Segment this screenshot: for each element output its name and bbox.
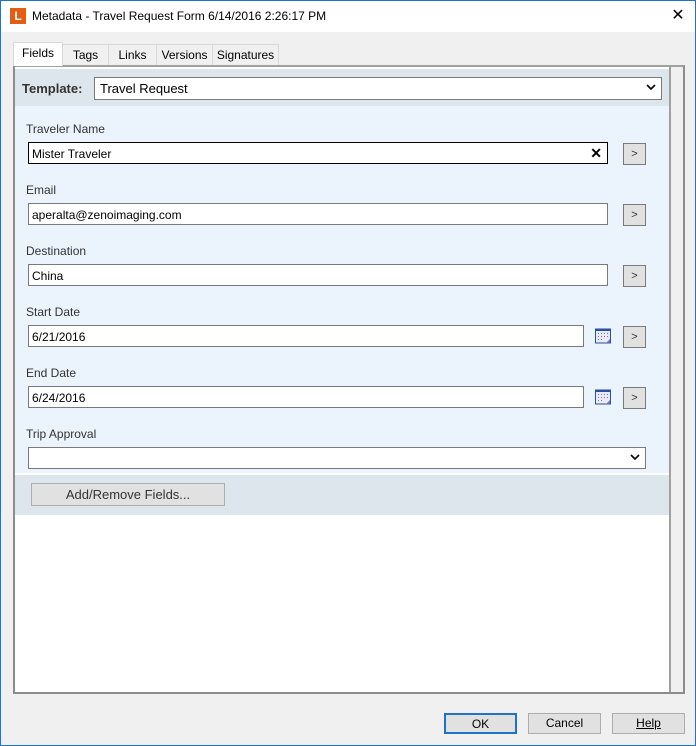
trip-approval-select[interactable] <box>28 447 646 469</box>
add-remove-fields-button[interactable]: Add/Remove Fields... <box>31 483 225 506</box>
template-label: Template: <box>22 81 83 96</box>
end-date-label: End Date <box>26 366 77 380</box>
tab-versions[interactable]: Versions <box>156 44 213 65</box>
destination-go-button[interactable]: > <box>623 265 646 287</box>
chevron-down-icon <box>646 84 656 91</box>
end-date-input[interactable]: 6/24/2016 <box>28 386 584 408</box>
template-value: Travel Request <box>100 81 188 96</box>
email-label: Email <box>26 183 57 197</box>
traveler-name-go-button[interactable]: > <box>623 143 646 165</box>
scrollbar-gutter[interactable] <box>669 67 683 692</box>
title-bar: L Metadata - Travel Request Form 6/14/20… <box>1 1 695 32</box>
start-date-go-button[interactable]: > <box>623 326 646 348</box>
window-title: Metadata - Travel Request Form 6/14/2016… <box>32 9 327 23</box>
email-input[interactable]: aperalta@zenoimaging.com <box>28 203 608 225</box>
traveler-name-input[interactable]: Mister Traveler ✕ <box>28 142 608 164</box>
app-logo-icon: L <box>10 8 26 24</box>
add-remove-band: Add/Remove Fields... <box>15 475 669 515</box>
ok-button[interactable]: OK <box>444 713 517 734</box>
start-date-input[interactable]: 6/21/2016 <box>28 325 584 347</box>
cancel-button[interactable]: Cancel <box>528 713 601 734</box>
tab-tags[interactable]: Tags <box>62 44 109 65</box>
close-button[interactable]: ✕ <box>665 4 691 28</box>
start-date-label: Start Date <box>26 305 81 319</box>
fields-area: Traveler Name Mister Traveler ✕ > Email … <box>15 106 669 473</box>
traveler-name-label: Traveler Name <box>26 122 105 136</box>
tab-links[interactable]: Links <box>108 44 157 65</box>
calendar-icon[interactable] <box>595 389 611 405</box>
clear-icon[interactable]: ✕ <box>590 145 602 162</box>
destination-input[interactable]: China <box>28 264 608 286</box>
trip-approval-label: Trip Approval <box>26 427 97 441</box>
template-select[interactable]: Travel Request <box>94 77 662 100</box>
tab-fields[interactable]: Fields <box>13 42 63 66</box>
help-button[interactable]: Help <box>612 713 685 734</box>
template-header: Template: Travel Request <box>15 69 669 106</box>
email-go-button[interactable]: > <box>623 204 646 226</box>
fields-panel: Template: Travel Request Traveler Name M… <box>13 65 685 694</box>
end-date-go-button[interactable]: > <box>623 387 646 409</box>
traveler-name-value: Mister Traveler <box>32 147 112 161</box>
tab-signatures[interactable]: Signatures <box>212 44 279 65</box>
destination-label: Destination <box>26 244 87 258</box>
chevron-down-icon <box>630 454 640 461</box>
calendar-icon[interactable] <box>595 328 611 344</box>
